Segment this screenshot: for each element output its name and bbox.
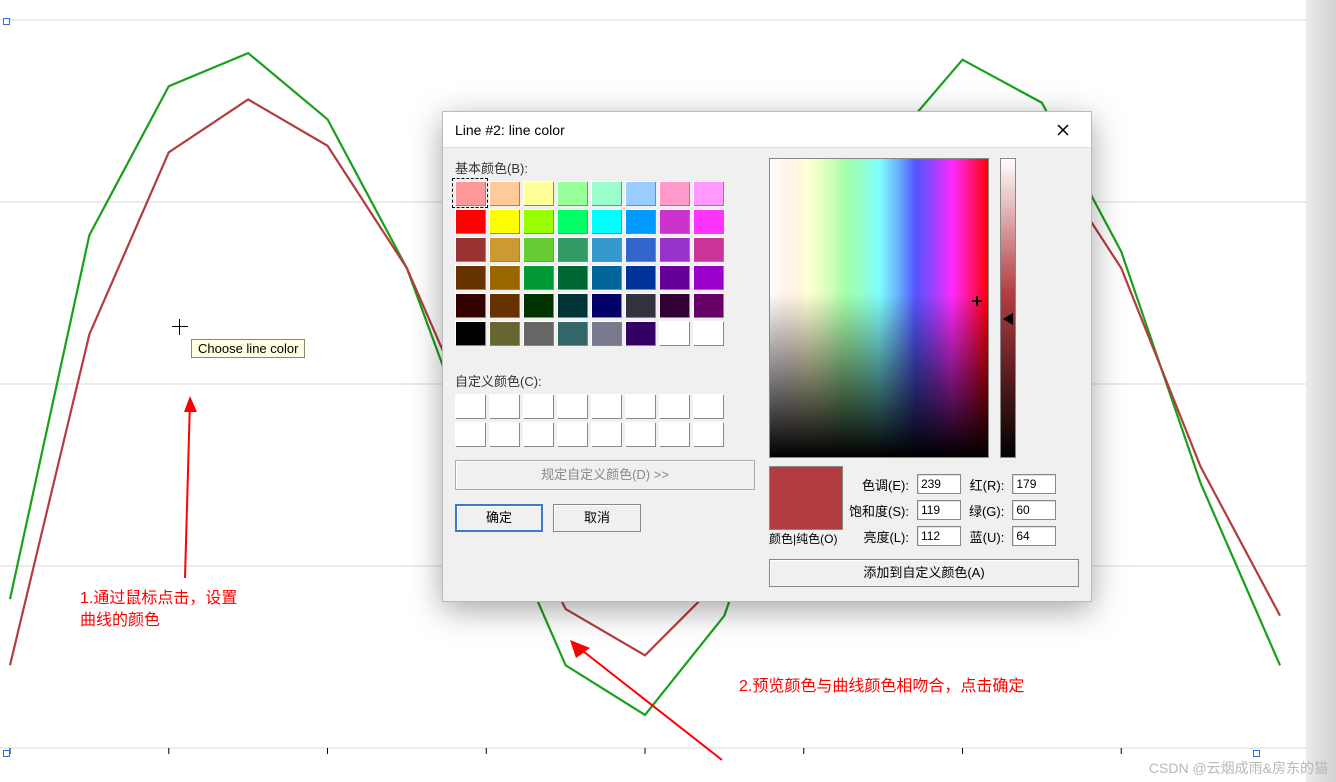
basic-color-swatch[interactable] — [591, 321, 621, 345]
dialog-titlebar[interactable]: Line #2: line color — [443, 112, 1091, 148]
basic-color-swatch[interactable] — [455, 265, 485, 289]
custom-color-slot[interactable] — [523, 394, 553, 418]
blue-input[interactable] — [1012, 526, 1056, 546]
red-label: 红(R): — [969, 475, 1004, 494]
green-label: 绿(G): — [969, 501, 1004, 520]
basic-color-swatch[interactable] — [557, 321, 587, 345]
basic-color-swatch[interactable] — [489, 237, 519, 261]
watermark: CSDN @云烟成雨&房东的猫 — [1149, 758, 1328, 778]
custom-color-slot[interactable] — [625, 422, 655, 446]
basic-color-swatch[interactable] — [693, 293, 723, 317]
basic-color-swatch[interactable] — [557, 265, 587, 289]
basic-color-swatch[interactable] — [523, 321, 553, 345]
basic-color-swatch[interactable] — [489, 293, 519, 317]
basic-color-swatch[interactable] — [557, 209, 587, 233]
custom-color-slot[interactable] — [693, 422, 723, 446]
basic-color-swatch[interactable] — [693, 209, 723, 233]
custom-color-slot[interactable] — [489, 394, 519, 418]
basic-color-swatch[interactable] — [489, 209, 519, 233]
basic-color-swatch[interactable] — [523, 265, 553, 289]
basic-color-swatch[interactable] — [693, 265, 723, 289]
custom-color-slot[interactable] — [489, 422, 519, 446]
basic-color-swatch[interactable] — [523, 237, 553, 261]
basic-color-swatch[interactable] — [523, 209, 553, 233]
basic-color-swatch[interactable] — [591, 181, 621, 205]
red-input[interactable] — [1012, 474, 1056, 494]
basic-color-swatch[interactable] — [489, 265, 519, 289]
annotation-text-1: 1.通过鼠标点击，设置 曲线的颜色 — [80, 588, 237, 632]
annotation-text-2: 2.预览颜色与曲线颜色相吻合，点击确定 — [739, 676, 1024, 698]
sat-label: 饱和度(S): — [849, 501, 909, 520]
ok-button[interactable]: 确定 — [455, 504, 543, 532]
basic-color-swatch[interactable] — [659, 293, 689, 317]
basic-color-swatch[interactable] — [523, 293, 553, 317]
basic-color-swatch[interactable] — [625, 321, 655, 345]
basic-color-swatch[interactable] — [591, 209, 621, 233]
color-preview — [769, 466, 843, 530]
close-icon — [1057, 124, 1069, 136]
basic-color-swatch[interactable] — [455, 237, 485, 261]
basic-colors-label: 基本颜色(B): — [455, 158, 755, 177]
basic-color-swatch[interactable] — [591, 293, 621, 317]
hue-sat-marker-icon[interactable] — [972, 296, 982, 306]
basic-color-swatch[interactable] — [625, 181, 655, 205]
basic-color-swatch[interactable] — [523, 181, 553, 205]
add-to-custom-button[interactable]: 添加到自定义颜色(A) — [769, 559, 1079, 587]
basic-color-swatch[interactable] — [455, 321, 485, 345]
custom-color-slot[interactable] — [557, 422, 587, 446]
dialog-title: Line #2: line color — [455, 122, 1043, 138]
custom-color-slot[interactable] — [625, 394, 655, 418]
basic-color-swatch[interactable] — [455, 293, 485, 317]
custom-color-slot[interactable] — [693, 394, 723, 418]
basic-color-swatch[interactable] — [659, 209, 689, 233]
custom-color-slot[interactable] — [455, 422, 485, 446]
basic-colors-grid — [455, 181, 755, 345]
close-button[interactable] — [1043, 117, 1083, 143]
hue-sat-field[interactable] — [769, 158, 989, 458]
basic-color-swatch[interactable] — [659, 181, 689, 205]
preview-label: 颜色|纯色(O) — [769, 530, 843, 547]
basic-color-swatch[interactable] — [455, 181, 485, 205]
custom-colors-label: 自定义颜色(C): — [455, 371, 755, 390]
lum-input[interactable] — [917, 526, 961, 546]
basic-color-swatch[interactable] — [557, 181, 587, 205]
luminance-arrow-icon[interactable] — [1003, 313, 1013, 325]
basic-color-swatch[interactable] — [591, 237, 621, 261]
basic-color-swatch[interactable] — [625, 209, 655, 233]
basic-color-swatch[interactable] — [693, 181, 723, 205]
custom-color-slot[interactable] — [455, 394, 485, 418]
green-input[interactable] — [1012, 500, 1056, 520]
basic-color-swatch[interactable] — [693, 321, 723, 345]
custom-color-slot[interactable] — [659, 422, 689, 446]
custom-color-slot[interactable] — [557, 394, 587, 418]
hue-input[interactable] — [917, 474, 961, 494]
basic-color-swatch[interactable] — [659, 321, 689, 345]
basic-color-swatch[interactable] — [455, 209, 485, 233]
define-custom-colors-button[interactable]: 规定自定义颜色(D) >> — [455, 460, 755, 490]
basic-color-swatch[interactable] — [591, 265, 621, 289]
basic-color-swatch[interactable] — [557, 237, 587, 261]
color-picker-dialog: Line #2: line color 基本颜色(B): 自定义颜色(C): 规… — [442, 111, 1092, 602]
luminance-bar[interactable] — [1000, 158, 1016, 458]
custom-color-slot[interactable] — [591, 394, 621, 418]
lum-label: 亮度(L): — [849, 527, 909, 546]
custom-color-slot[interactable] — [523, 422, 553, 446]
basic-color-swatch[interactable] — [489, 181, 519, 205]
custom-color-slot[interactable] — [659, 394, 689, 418]
basic-color-swatch[interactable] — [625, 293, 655, 317]
blue-label: 蓝(U): — [969, 527, 1004, 546]
cancel-button[interactable]: 取消 — [553, 504, 641, 532]
custom-colors-grid — [455, 394, 755, 446]
basic-color-swatch[interactable] — [659, 265, 689, 289]
basic-color-swatch[interactable] — [625, 265, 655, 289]
basic-color-swatch[interactable] — [489, 321, 519, 345]
custom-color-slot[interactable] — [591, 422, 621, 446]
sat-input[interactable] — [917, 500, 961, 520]
basic-color-swatch[interactable] — [557, 293, 587, 317]
basic-color-swatch[interactable] — [659, 237, 689, 261]
basic-color-swatch[interactable] — [693, 237, 723, 261]
basic-color-swatch[interactable] — [625, 237, 655, 261]
hue-label: 色调(E): — [849, 475, 909, 494]
